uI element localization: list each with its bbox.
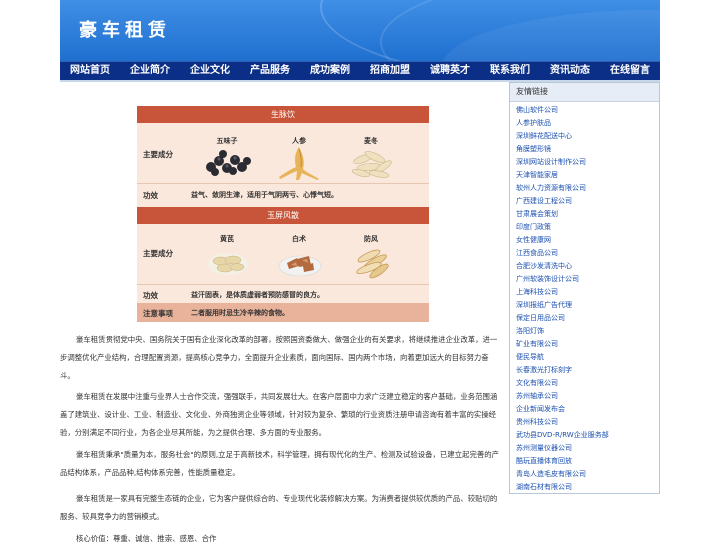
friend-link[interactable]: 便民导航 — [516, 351, 659, 364]
effect-label: 功效 — [143, 291, 158, 300]
friend-link[interactable]: 佛山软件公司 — [516, 104, 659, 117]
ingredients-label: 主要成分 — [143, 249, 173, 258]
friend-link[interactable]: 青岛人造毛皮有限公司 — [516, 468, 659, 481]
panel-body: 主要成分 黄芪 白术 防风 功效 益汗固表，是体质虚弱者预防感冒的良方。 注意事… — [137, 224, 429, 322]
friend-link[interactable]: 广州软装饰设计公司 — [516, 273, 659, 286]
atractylodes-image — [278, 255, 322, 277]
effect-text: 益汗固表，是体质虚弱者预防感冒的良方。 — [191, 291, 324, 299]
effect-label: 功效 — [143, 191, 158, 200]
astragalus-image — [208, 253, 248, 275]
friend-link[interactable]: 角膜塑形镜 — [516, 143, 659, 156]
panel-title: 玉屏风散 — [137, 207, 429, 224]
friend-link[interactable]: 酷玩直播体育回放 — [516, 455, 659, 468]
friend-link[interactable]: 深圳鲜花配送中心 — [516, 130, 659, 143]
friend-link[interactable]: 文化有限公司 — [516, 377, 659, 390]
friend-link[interactable]: 洛阳灯饰 — [516, 325, 659, 338]
article-paragraph: 豪车租赁在发展中注重与业界人士合作交流，强强联手，共同发展壮大。在客户层面中力求… — [60, 392, 498, 437]
nav-item-cases[interactable]: 成功案例 — [300, 62, 360, 80]
friend-link[interactable]: 苏州测量仪器公司 — [516, 442, 659, 455]
notes-text: 二者服用时忌生冷辛辣的食物。 — [191, 309, 289, 317]
friend-link[interactable]: 天津智能家居 — [516, 169, 659, 182]
friend-link[interactable]: 湖南石材有限公司 — [516, 481, 659, 494]
friend-link[interactable]: 矿业有限公司 — [516, 338, 659, 351]
friend-link[interactable]: 长春激光打标刻字 — [516, 364, 659, 377]
sidebar-title: 友情链接 — [510, 83, 659, 102]
article-paragraph: 核心价值：尊重、诚信、推崇、感恩、合作 — [76, 534, 217, 543]
herb-name: 五味子 — [216, 137, 238, 145]
friend-link[interactable]: 苏州轴承公司 — [516, 390, 659, 403]
herb-name: 白术 — [292, 235, 306, 243]
nav-item-jobs[interactable]: 诚聘英才 — [420, 62, 480, 80]
notes-label: 注意事项 — [143, 309, 173, 318]
nav-item-culture[interactable]: 企业文化 — [180, 62, 240, 80]
friend-link[interactable]: 女性健康网 — [516, 234, 659, 247]
friend-link[interactable]: 合肥沙发清洗中心 — [516, 260, 659, 273]
friend-link[interactable]: 人参护肤品 — [516, 117, 659, 130]
nav-item-products[interactable]: 产品服务 — [240, 62, 300, 80]
herb-name: 防风 — [364, 235, 378, 243]
friend-link[interactable]: 贵州科技公司 — [516, 416, 659, 429]
friend-link[interactable]: 江西食品公司 — [516, 247, 659, 260]
ophiopogon-image — [351, 151, 392, 178]
ingredients-label: 主要成分 — [143, 150, 173, 159]
panel-title: 生脉饮 — [137, 106, 429, 123]
nav-item-message[interactable]: 在线留言 — [600, 62, 660, 80]
effect-text: 益气、敛阴生津，适用于气阴两亏、心悸气短。 — [191, 191, 338, 199]
herb-name: 麦冬 — [364, 137, 378, 145]
ginseng-image — [279, 147, 319, 180]
main-nav: 网站首页 企业简介 企业文化 产品服务 成功案例 招商加盟 诚聘英才 联系我们 … — [60, 61, 660, 80]
nav-item-franchise[interactable]: 招商加盟 — [360, 62, 420, 80]
article-paragraph: 豪车租赁贯彻党中央、国务院关于国有企业深化改革的部署，按照国资委做大、做强企业的… — [60, 335, 498, 380]
friend-link[interactable]: 企业新闻发布会 — [516, 403, 659, 416]
friend-link[interactable]: 软州人力资源有限公司 — [516, 182, 659, 195]
article-infographic: 生脉饮 主要成分 五味子 人参 麦冬 功效 益气、敛阴生津，适用于气阴两亏、心悸… — [137, 106, 429, 322]
article-paragraph: 豪车租赁秉承"质量为本，服务社会"的原则,立足于高新技术，科学管理，拥有现代化的… — [60, 450, 500, 477]
panel-body: 主要成分 五味子 人参 麦冬 功效 益气、敛阴生津，适用于气阴两亏、心悸气短。 — [137, 123, 429, 207]
nav-item-news[interactable]: 资讯动态 — [540, 62, 600, 80]
saposhnikovia-image — [356, 249, 389, 279]
friend-link[interactable]: 上海科技公司 — [516, 286, 659, 299]
friend-link[interactable]: 深圳报纸广告代理 — [516, 299, 659, 312]
article-paragraph: 豪车租赁是一家具有完整生态链的企业，它为客户提供综合的、专业现代化装修解决方案。… — [60, 494, 498, 521]
friend-links-list: 佛山软件公司 人参护肤品 深圳鲜花配送中心 角膜塑形镜 深圳网站设计制作公司 天… — [510, 102, 659, 494]
row-divider — [137, 183, 429, 184]
friend-link[interactable]: 深圳网站设计制作公司 — [516, 156, 659, 169]
site-title[interactable]: 豪车租赁 — [79, 16, 171, 42]
nav-item-about[interactable]: 企业简介 — [120, 62, 180, 80]
nav-item-home[interactable]: 网站首页 — [60, 62, 120, 80]
site-header: 豪车租赁 — [60, 0, 660, 61]
friend-link[interactable]: 印度门政策 — [516, 221, 659, 234]
friend-links-sidebar: 友情链接 佛山软件公司 人参护肤品 深圳鲜花配送中心 角膜塑形镜 深圳网站设计制… — [509, 82, 660, 494]
nav-item-contact[interactable]: 联系我们 — [480, 62, 540, 80]
friend-link[interactable]: 武功县DVD-R/RW企业服务部 — [516, 429, 659, 442]
friend-link[interactable]: 保定日用品公司 — [516, 312, 659, 325]
herb-name: 黄芪 — [220, 235, 234, 243]
notes-row: 注意事项 二者服用时忌生冷辛辣的食物。 — [137, 303, 429, 322]
schisandra-image — [206, 150, 251, 176]
friend-link[interactable]: 广西建设工程公司 — [516, 195, 659, 208]
friend-link[interactable]: 甘肃展会策划 — [516, 208, 659, 221]
row-divider — [137, 284, 429, 285]
